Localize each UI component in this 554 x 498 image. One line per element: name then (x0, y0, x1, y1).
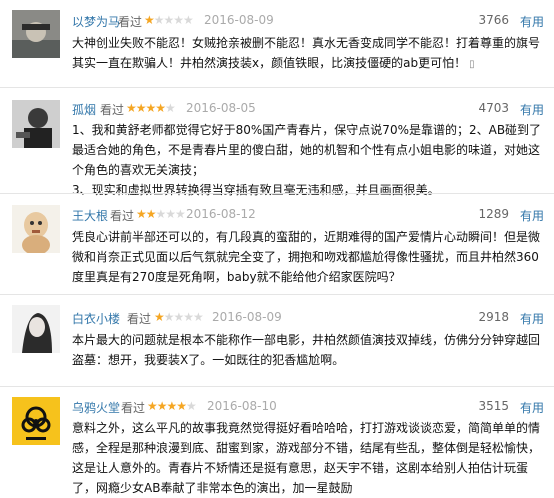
username[interactable]: 王大根 (72, 207, 108, 224)
rating-stars: ★★★★★ (136, 207, 186, 221)
rating-stars: ★★★★★ (147, 399, 197, 413)
review-date: 2016-08-12 (186, 207, 256, 221)
useful-count: 2918 (478, 310, 509, 324)
avatar[interactable] (12, 205, 60, 253)
avatar-image (12, 305, 60, 353)
review-date: 2016-08-09 (204, 13, 274, 27)
watched-label: 看过 (100, 103, 125, 117)
review-content: 大神创业失败不能忍！女贼抢亲被删不能忍！真水无香变成同学不能忍！打着尊重的旗号其… (72, 33, 544, 75)
rating-stars: ★★★★★ (144, 13, 194, 27)
useful-button[interactable]: 有用 (520, 13, 544, 30)
avatar[interactable] (12, 10, 60, 58)
avatar[interactable] (12, 100, 60, 148)
rating-stars: ★★★★★ (126, 101, 176, 115)
report-icon[interactable]: ▯ (469, 55, 475, 75)
avatar-image (12, 100, 60, 148)
review-date: 2016-08-09 (212, 310, 282, 324)
review-date: 2016-08-05 (186, 101, 256, 115)
useful-count: 4703 (478, 101, 509, 115)
avatar-image (12, 10, 60, 58)
useful-button[interactable]: 有用 (520, 399, 544, 416)
useful-count: 3766 (478, 13, 509, 27)
review-content: 凭良心讲前半部还可以的，有几段真的蛮甜的，近期难得的国产爱情片心动瞬间！但是微微… (72, 230, 541, 284)
useful-count: 3515 (478, 399, 509, 413)
divider (0, 294, 554, 295)
useful-count: 1289 (478, 207, 509, 221)
rating-stars: ★★★★★ (154, 310, 204, 324)
review-content: 本片最大的问题就是根本不能称作一部电影，井柏然颜值演技双掉线，仿佛分分钟穿越回盗… (72, 333, 541, 367)
review-content: 1、我和黄舒老师都觉得它好于80%国产青春片，保守点说70%是靠谱的；2、AB碰… (72, 123, 542, 197)
avatar[interactable] (12, 305, 60, 353)
review-date: 2016-08-10 (207, 399, 277, 413)
username[interactable]: 以梦为马 (72, 13, 120, 30)
divider (0, 87, 554, 88)
review-content: 意料之外，这么平凡的故事我竟然觉得挺好看哈哈哈，打打游戏谈谈恋爱，简简单单的情感… (72, 421, 541, 495)
avatar-image (12, 205, 60, 253)
username[interactable]: 白衣小楼 (72, 310, 120, 327)
divider (0, 193, 554, 194)
username[interactable]: 孤烟 (72, 101, 96, 118)
watched-label: 看过 (127, 312, 152, 326)
watched-label: 看过 (110, 209, 135, 223)
avatar[interactable] (12, 397, 60, 445)
useful-button[interactable]: 有用 (520, 207, 544, 224)
username[interactable]: 乌鸦火堂 (72, 399, 120, 416)
watched-label: 看过 (121, 401, 146, 415)
divider (0, 386, 554, 387)
watched-label: 看过 (118, 15, 143, 29)
useful-button[interactable]: 有用 (520, 310, 544, 327)
avatar-image (12, 397, 60, 445)
useful-button[interactable]: 有用 (520, 101, 544, 118)
